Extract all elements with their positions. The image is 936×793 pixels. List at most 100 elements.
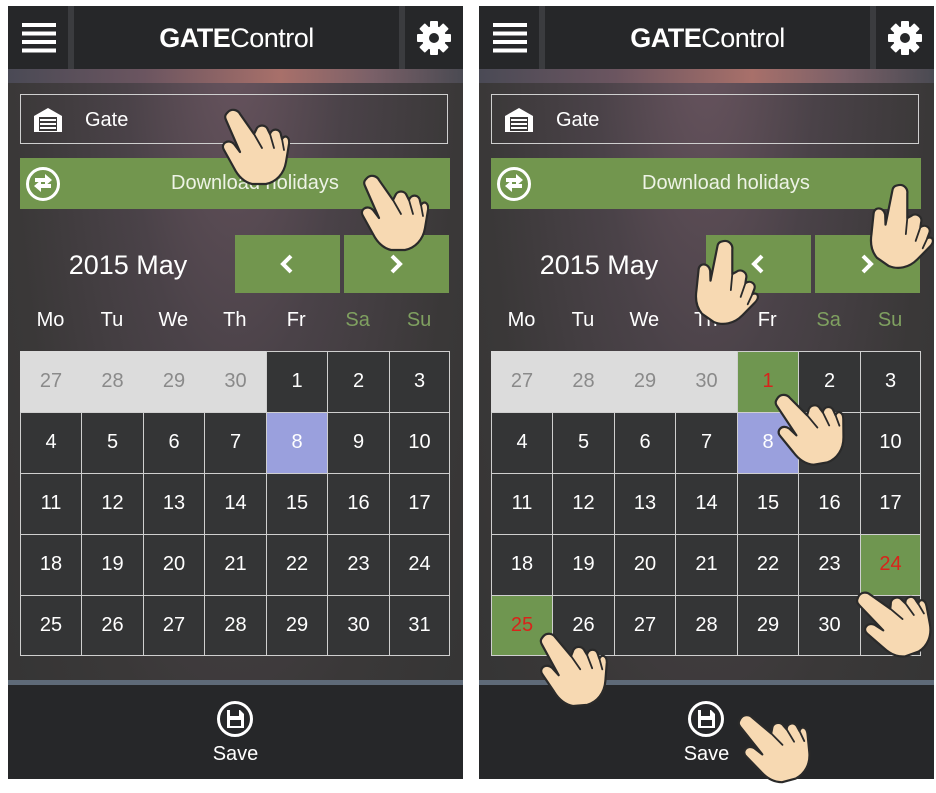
- calendar-day[interactable]: 24: [389, 534, 450, 596]
- calendar-day[interactable]: 13: [143, 473, 205, 535]
- header-glow: [479, 69, 934, 83]
- menu-button[interactable]: [479, 6, 545, 69]
- chevron-left-icon: [280, 254, 293, 274]
- weekday-label: Su: [877, 309, 903, 331]
- calendar-day[interactable]: 23: [327, 534, 390, 596]
- weekday-label: Mo: [507, 309, 536, 331]
- gate-label: Gate: [556, 109, 600, 131]
- app-title-rest: Control: [230, 23, 314, 53]
- app-title: GATEControl: [74, 6, 399, 69]
- weekday-label: Sa: [816, 309, 841, 331]
- calendar-day[interactable]: 29: [143, 351, 205, 413]
- calendar-day[interactable]: 8: [266, 412, 328, 474]
- calendar-day[interactable]: 16: [327, 473, 390, 535]
- calendar-day[interactable]: 28: [552, 351, 615, 413]
- calendar-day[interactable]: 27: [20, 351, 82, 413]
- calendar-day[interactable]: 22: [266, 534, 328, 596]
- calendar-day[interactable]: 21: [675, 534, 738, 596]
- month-label: 2015 May: [539, 250, 659, 280]
- calendar-day[interactable]: 20: [614, 534, 676, 596]
- calendar-day[interactable]: 15: [266, 473, 328, 535]
- calendar-day[interactable]: 12: [81, 473, 144, 535]
- calendar-day[interactable]: 3: [860, 351, 921, 413]
- calendar-day[interactable]: 30: [327, 595, 390, 656]
- settings-button[interactable]: [399, 6, 463, 69]
- calendar-day[interactable]: 18: [491, 534, 553, 596]
- calendar-day[interactable]: 10: [389, 412, 450, 474]
- calendar-day[interactable]: 2: [327, 351, 390, 413]
- download-holidays-button[interactable]: Download holidays: [491, 158, 921, 209]
- calendar-day[interactable]: 5: [552, 412, 615, 474]
- calendar-day[interactable]: 28: [675, 595, 738, 656]
- hand-pointer-icon: [218, 104, 290, 186]
- calendar-day[interactable]: 23: [798, 534, 861, 596]
- calendar-day[interactable]: 31: [389, 595, 450, 656]
- calendar-day[interactable]: 29: [266, 595, 328, 656]
- calendar-day[interactable]: 27: [614, 595, 676, 656]
- calendar-day[interactable]: 25: [20, 595, 82, 656]
- calendar-day[interactable]: 20: [143, 534, 205, 596]
- calendar-day[interactable]: 4: [491, 412, 553, 474]
- calendar-day[interactable]: 30: [675, 351, 738, 413]
- calendar-day[interactable]: 28: [204, 595, 267, 656]
- floppy-disk-icon: [217, 701, 253, 737]
- floppy-disk-icon: [688, 701, 724, 737]
- calendar-day[interactable]: 9: [327, 412, 390, 474]
- calendar-day[interactable]: 11: [20, 473, 82, 535]
- menu-button[interactable]: [8, 6, 74, 69]
- calendar-day[interactable]: 27: [491, 351, 553, 413]
- calendar-day[interactable]: 30: [204, 351, 267, 413]
- prev-month-button[interactable]: [235, 235, 340, 293]
- garage-icon: [34, 108, 62, 132]
- app-title-bold: GATE: [159, 23, 231, 53]
- weekday-label: Tu: [571, 309, 595, 331]
- calendar-day[interactable]: 16: [798, 473, 861, 535]
- calendar-day[interactable]: 26: [81, 595, 144, 656]
- calendar-day[interactable]: 19: [552, 534, 615, 596]
- calendar-day[interactable]: 10: [860, 412, 921, 474]
- gear-icon: [417, 21, 451, 55]
- weekday-label: Su: [406, 309, 432, 331]
- calendar-day[interactable]: 17: [860, 473, 921, 535]
- calendar-day[interactable]: 7: [204, 412, 267, 474]
- calendar-day[interactable]: 19: [81, 534, 144, 596]
- calendar-day[interactable]: 21: [204, 534, 267, 596]
- save-label: Save: [212, 743, 259, 765]
- calendar-day[interactable]: 4: [20, 412, 82, 474]
- calendar-day[interactable]: 6: [143, 412, 205, 474]
- hand-pointer-icon: [357, 170, 429, 252]
- calendar-day[interactable]: 29: [614, 351, 676, 413]
- hand-pointer-icon: [766, 379, 851, 472]
- calendar-day[interactable]: 3: [389, 351, 450, 413]
- hand-pointer-icon: [533, 623, 612, 711]
- sync-arrows-icon: [26, 167, 60, 201]
- calendar-day[interactable]: 15: [737, 473, 799, 535]
- hamburger-icon: [22, 23, 56, 53]
- calendar-day[interactable]: 14: [675, 473, 738, 535]
- calendar-day[interactable]: 11: [491, 473, 553, 535]
- weekday-label: Mo: [36, 309, 65, 331]
- calendar-day[interactable]: 6: [614, 412, 676, 474]
- calendar-day[interactable]: 22: [737, 534, 799, 596]
- calendar-day[interactable]: 13: [614, 473, 676, 535]
- gate-selector[interactable]: Gate: [491, 94, 919, 144]
- calendar-day[interactable]: 7: [675, 412, 738, 474]
- calendar-day[interactable]: 17: [389, 473, 450, 535]
- calendar-day[interactable]: 1: [266, 351, 328, 413]
- header-glow: [8, 69, 463, 83]
- garage-icon: [505, 108, 533, 132]
- weekday-label: Fr: [286, 309, 306, 331]
- calendar-day[interactable]: 28: [81, 351, 144, 413]
- weekday-label: We: [158, 309, 189, 331]
- save-button[interactable]: Save: [188, 685, 283, 779]
- calendar-day[interactable]: 14: [204, 473, 267, 535]
- weekday-label: Sa: [345, 309, 370, 331]
- calendar-day[interactable]: 5: [81, 412, 144, 474]
- calendar-day[interactable]: 12: [552, 473, 615, 535]
- app-header: GATEControl: [8, 6, 463, 69]
- download-holidays-label: Download holidays: [642, 172, 810, 194]
- calendar-day[interactable]: 18: [20, 534, 82, 596]
- settings-button[interactable]: [870, 6, 934, 69]
- calendar-day[interactable]: 27: [143, 595, 205, 656]
- calendar-day[interactable]: 29: [737, 595, 799, 656]
